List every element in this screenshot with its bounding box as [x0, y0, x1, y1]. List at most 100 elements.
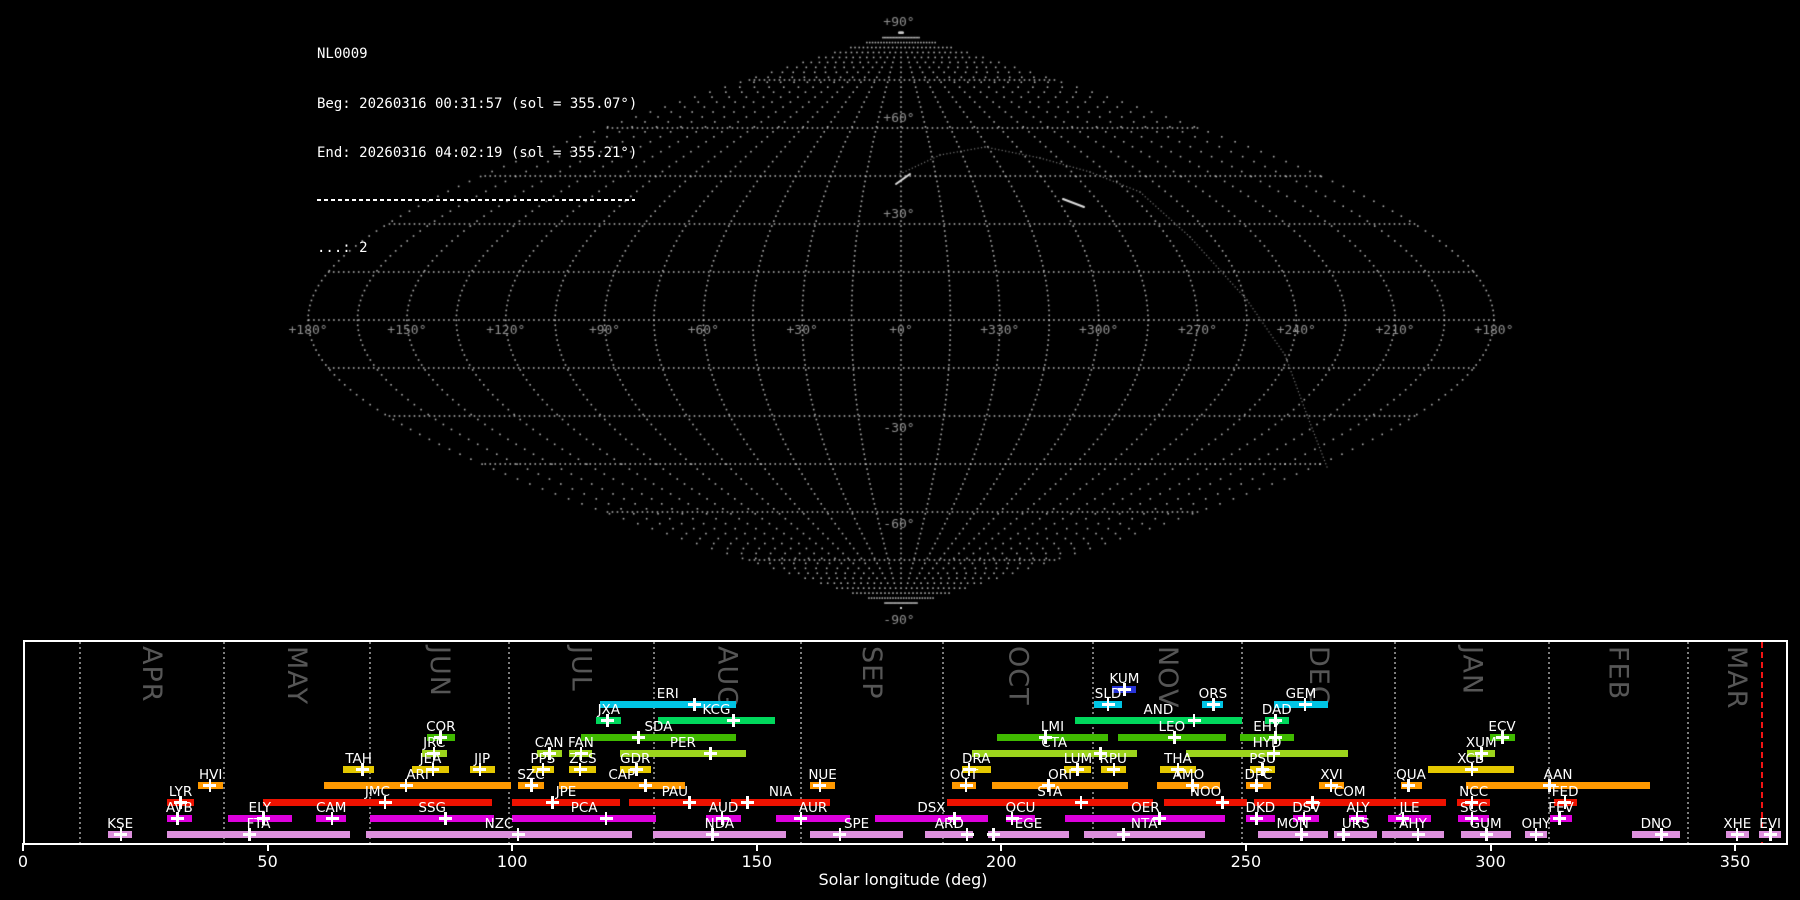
shower-label: NTA [1130, 815, 1158, 832]
peak-marker [1336, 827, 1350, 841]
shower-label: NZC [484, 815, 514, 832]
month-label: MAR [1721, 646, 1753, 710]
axis-tick-label: 250 [1230, 852, 1262, 871]
peak-marker [706, 827, 720, 841]
peak-marker [1480, 827, 1494, 841]
peak-marker [639, 778, 653, 792]
peak-marker [1411, 827, 1425, 841]
shower-bar [166, 831, 351, 838]
peak-marker [378, 795, 392, 809]
shower-label: SDA [644, 718, 673, 735]
peak-marker [171, 811, 185, 825]
month-label: FEB [1602, 646, 1634, 701]
month-boundary-gridline [1686, 642, 1689, 843]
peak-marker [1207, 697, 1221, 711]
shower-bar [775, 815, 851, 822]
axis-tick-mark [1244, 843, 1247, 851]
peak-marker [1249, 811, 1263, 825]
shower-bar [657, 717, 775, 724]
peak-marker [1553, 811, 1567, 825]
shower-bar [947, 799, 1153, 806]
peak-marker [1071, 762, 1085, 776]
peak-marker [243, 827, 257, 841]
peak-marker [525, 778, 539, 792]
activity-timeline-chart: APR MAY JUN JUL AUG SEP OCT NOV DEC JAN FEB MAR KUM E… [23, 640, 1788, 845]
meteor-count: ...: 2 [317, 239, 368, 256]
peak-marker [1074, 795, 1088, 809]
peak-marker [1529, 827, 1543, 841]
axis-tick-mark [1489, 843, 1492, 851]
axis-tick-mark [266, 843, 269, 851]
shower-label: CAP [608, 766, 636, 783]
shower-label: STA [1037, 783, 1063, 800]
axis-tick-label: 100 [496, 852, 528, 871]
peak-marker [688, 697, 702, 711]
month-label: NOV [1152, 646, 1184, 709]
axis-tick-label: 150 [741, 852, 773, 871]
shower-bar [512, 815, 657, 822]
peak-marker [356, 762, 370, 776]
peak-marker [545, 795, 559, 809]
peak-marker [960, 827, 974, 841]
axis-tick-mark [511, 843, 514, 851]
axis-tick-mark [1000, 843, 1003, 851]
peak-marker [1654, 827, 1668, 841]
peak-marker [727, 713, 741, 727]
axis-tick-label: 50 [257, 852, 278, 871]
axis-tick-mark [22, 843, 24, 851]
shower-label: EGE [1014, 815, 1043, 832]
peak-marker [599, 811, 613, 825]
end-time: End: 20260316 04:02:19 (sol = 355.21°) [317, 145, 638, 161]
shower-bar [366, 831, 632, 838]
peak-marker [1168, 730, 1182, 744]
peak-marker [740, 795, 754, 809]
peak-marker [114, 827, 128, 841]
peak-marker [1763, 827, 1777, 841]
month-boundary-gridline [652, 642, 655, 843]
shower-bar [262, 799, 493, 806]
peak-marker [1187, 713, 1201, 727]
peak-marker [399, 778, 413, 792]
shower-label: AND [1143, 701, 1174, 718]
shower-bar [1164, 799, 1247, 806]
month-boundary-gridline [1092, 642, 1095, 843]
axis-tick-label: 200 [986, 852, 1017, 871]
axis-tick-label: 300 [1475, 852, 1506, 871]
shower-label: ERI [656, 685, 679, 702]
month-label: OCT [1002, 646, 1034, 706]
month-label: JUL [565, 646, 597, 692]
axis-tick-label: 350 [1719, 852, 1751, 871]
axis-tick-mark [1734, 843, 1737, 851]
month-label: JAN [1456, 646, 1488, 696]
shower-bar [581, 734, 736, 741]
shower-bar [652, 831, 787, 838]
shower-bar [1257, 831, 1328, 838]
peak-marker [439, 811, 453, 825]
shower-label: SPE [843, 815, 870, 832]
shower-label: KCG [702, 701, 731, 718]
peak-marker [325, 811, 339, 825]
month-boundary-gridline [1241, 642, 1244, 843]
peak-marker [601, 713, 615, 727]
shower-label: CTA [1041, 734, 1068, 751]
shower-label: ARD [934, 815, 964, 832]
peak-marker [1101, 697, 1115, 711]
shower-bar [1083, 831, 1205, 838]
month-boundary-gridline [508, 642, 511, 843]
month-label: APR [136, 646, 168, 703]
peak-marker [683, 795, 697, 809]
peak-marker [813, 778, 827, 792]
peak-marker [1249, 778, 1263, 792]
shower-label: PCA [570, 799, 598, 816]
peak-marker [1215, 795, 1229, 809]
axis-tick-label: 0 [17, 852, 29, 871]
shower-label: DSX [917, 799, 946, 816]
peak-marker [1298, 697, 1312, 711]
shower-bar [323, 782, 512, 789]
peak-marker [959, 778, 973, 792]
peak-marker [1496, 730, 1510, 744]
shower-label: COM [1333, 783, 1366, 800]
figure: NL0009 Beg: 20260316 00:31:57 (sol = 355… [0, 0, 1800, 900]
shower-bar [628, 799, 722, 806]
current-sol-marker-line [1761, 642, 1764, 843]
